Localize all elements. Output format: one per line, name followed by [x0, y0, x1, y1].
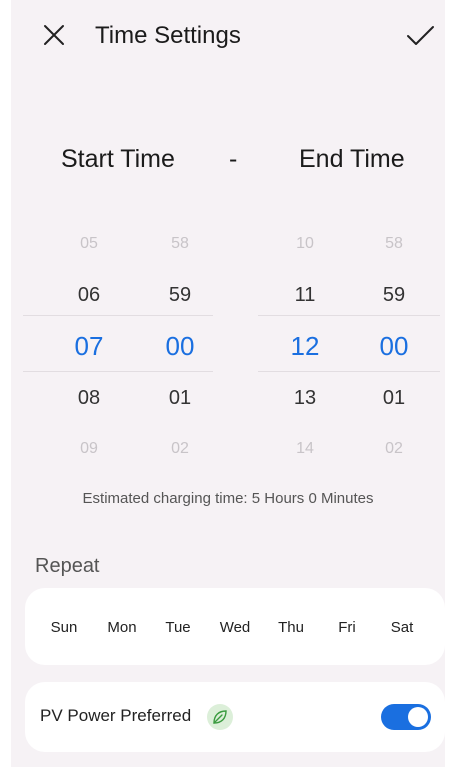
selection-divider [23, 315, 213, 316]
selection-divider [258, 371, 440, 372]
pv-power-card: PV Power Preferred [25, 682, 445, 752]
end-hour-option[interactable]: 11 [275, 284, 335, 307]
start-minute-selected[interactable]: 00 [150, 331, 210, 362]
end-time-picker: 10 11 12 13 14 58 59 00 01 02 [258, 222, 440, 472]
start-minute-option[interactable]: 02 [150, 440, 210, 458]
start-minute-option[interactable]: 58 [150, 235, 210, 253]
pv-power-label: PV Power Preferred [40, 706, 192, 725]
end-minute-option[interactable]: 58 [364, 235, 424, 253]
end-hour-option[interactable]: 14 [275, 440, 335, 458]
end-hour-option[interactable]: 13 [275, 387, 335, 410]
start-hour-option[interactable]: 05 [59, 235, 119, 253]
pv-power-toggle[interactable] [381, 704, 431, 730]
page-title: Time Settings [95, 22, 241, 49]
time-settings-screen: Time Settings Start Time - End Time 05 0… [11, 0, 445, 767]
start-hour-option[interactable]: 09 [59, 440, 119, 458]
start-minute-wheel[interactable]: 58 59 00 01 02 [150, 222, 210, 472]
end-hour-wheel[interactable]: 10 11 12 13 14 [275, 222, 335, 472]
close-button[interactable] [39, 20, 69, 50]
selection-divider [258, 315, 440, 316]
start-hour-selected[interactable]: 07 [59, 331, 119, 362]
end-time-label: End Time [299, 145, 405, 173]
start-time-picker: 05 06 07 08 09 58 59 00 01 02 [23, 222, 213, 472]
leaf-icon [207, 704, 233, 730]
end-minute-option[interactable]: 59 [364, 284, 424, 307]
confirm-button[interactable] [405, 20, 435, 50]
header-bar: Time Settings [11, 14, 445, 60]
selection-divider [23, 371, 213, 372]
range-separator: - [229, 145, 238, 173]
toggle-knob [408, 707, 428, 727]
day-wed[interactable]: Wed [210, 619, 260, 636]
end-hour-option[interactable]: 10 [275, 235, 335, 253]
end-hour-selected[interactable]: 12 [275, 331, 335, 362]
end-minute-option[interactable]: 01 [364, 387, 424, 410]
day-sat[interactable]: Sat [377, 619, 427, 636]
check-icon [407, 26, 434, 45]
repeat-days-card: Sun Mon Tue Wed Thu Fri Sat [25, 588, 445, 665]
day-tue[interactable]: Tue [153, 619, 203, 636]
start-hour-option[interactable]: 06 [59, 284, 119, 307]
day-thu[interactable]: Thu [266, 619, 316, 636]
end-minute-wheel[interactable]: 58 59 00 01 02 [364, 222, 424, 472]
close-icon [44, 25, 64, 45]
end-minute-selected[interactable]: 00 [364, 331, 424, 362]
day-sun[interactable]: Sun [39, 619, 89, 636]
day-fri[interactable]: Fri [322, 619, 372, 636]
start-minute-option[interactable]: 01 [150, 387, 210, 410]
start-minute-option[interactable]: 59 [150, 284, 210, 307]
start-hour-wheel[interactable]: 05 06 07 08 09 [59, 222, 119, 472]
start-hour-option[interactable]: 08 [59, 387, 119, 410]
estimated-charging-time: Estimated charging time: 5 Hours 0 Minut… [82, 490, 374, 507]
end-minute-option[interactable]: 02 [364, 440, 424, 458]
repeat-label: Repeat [35, 555, 100, 577]
day-mon[interactable]: Mon [97, 619, 147, 636]
start-time-label: Start Time [61, 145, 175, 173]
